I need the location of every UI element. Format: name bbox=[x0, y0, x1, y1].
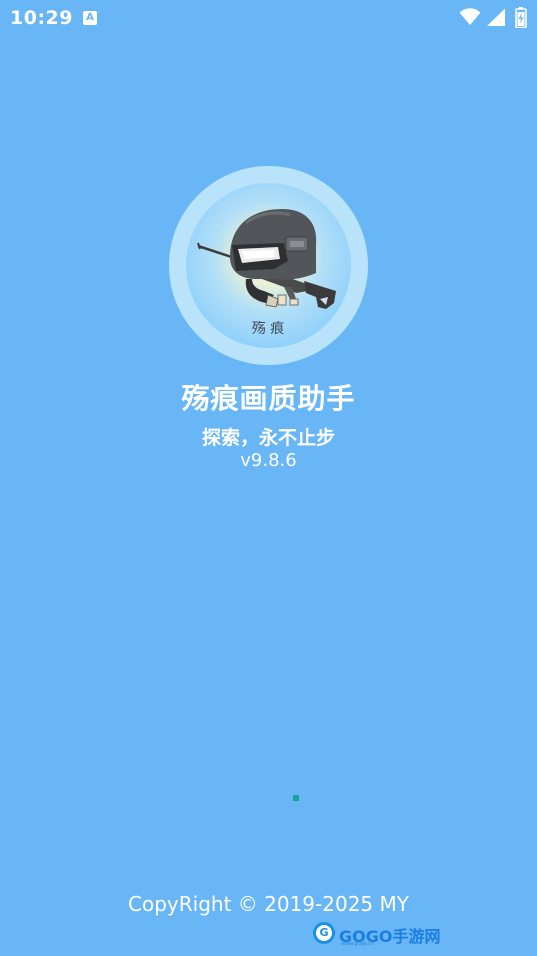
watermark-logo-icon: G bbox=[313, 922, 335, 944]
watermark-url: www.gogo.cn bbox=[341, 941, 375, 947]
status-bar: 10:29 A bbox=[0, 0, 537, 36]
app-logo: 殇 痕 bbox=[169, 166, 368, 365]
site-watermark: G GOGO手游网 www.gogo.cn bbox=[313, 920, 440, 948]
app-version: v9.8.6 bbox=[240, 450, 297, 471]
helmet-rifle-illustration: 殇 痕 bbox=[197, 209, 336, 337]
loading-indicator bbox=[293, 795, 299, 801]
a-icon-letter: A bbox=[86, 12, 94, 23]
a-icon: A bbox=[83, 11, 97, 25]
wifi-icon bbox=[459, 8, 481, 25]
app-title: 殇痕画质助手 bbox=[181, 382, 356, 415]
logo-badge: 殇 痕 bbox=[186, 183, 351, 348]
helmet-icon bbox=[230, 209, 317, 308]
copyright-text: CopyRight © 2019-2025 MY bbox=[128, 892, 409, 916]
watermark-logo-letter: G bbox=[319, 926, 329, 939]
logo-caption: 殇 痕 bbox=[252, 321, 284, 337]
status-time: 10:29 bbox=[10, 7, 73, 29]
battery-icon bbox=[515, 7, 527, 28]
app-slogan: 探索，永不止步 bbox=[201, 427, 335, 449]
signal-icon bbox=[487, 8, 505, 26]
